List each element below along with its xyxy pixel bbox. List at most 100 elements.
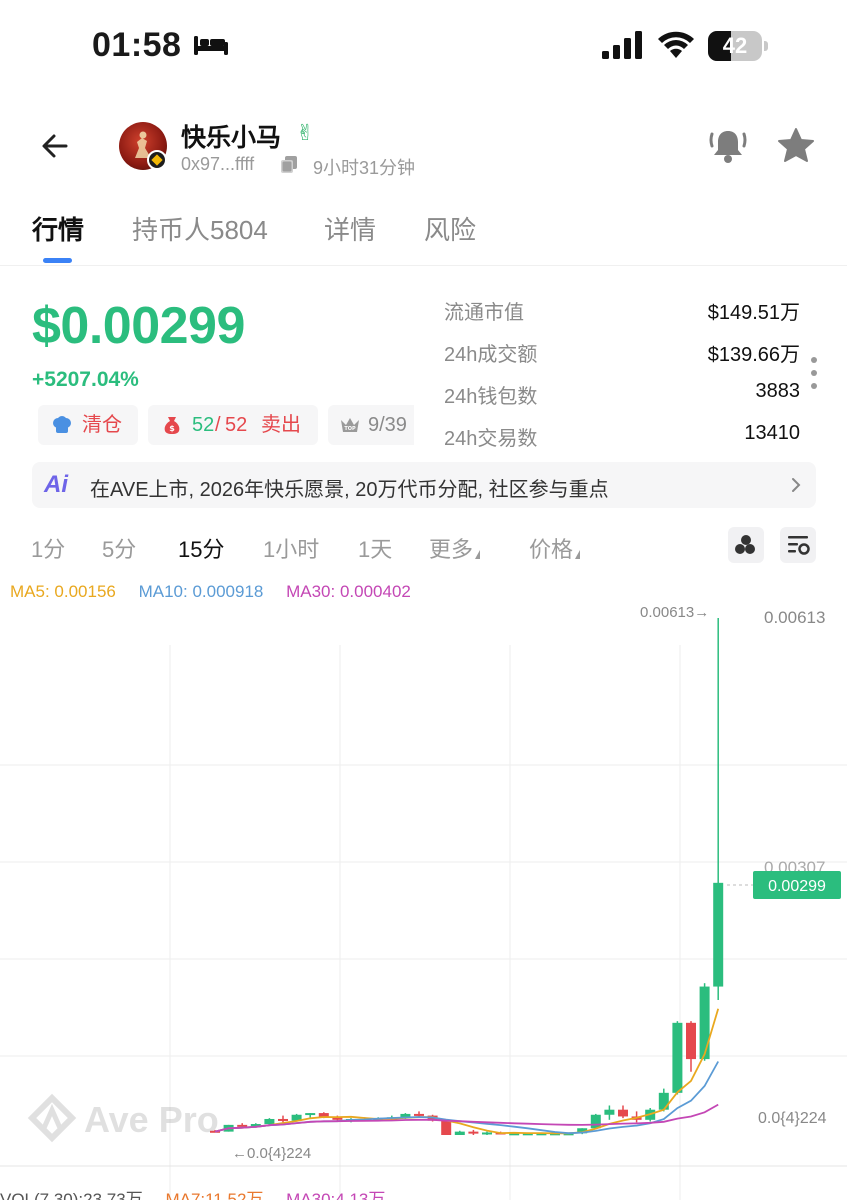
active-tab-indicator: [43, 258, 72, 263]
alert-bell-button[interactable]: [708, 126, 748, 166]
dropdown-triangle-icon: [575, 550, 581, 559]
interval-1d[interactable]: 1天: [358, 532, 392, 564]
sell-label: 卖出: [261, 414, 301, 436]
interval-15m[interactable]: 15分: [178, 532, 224, 564]
money-bag-icon: $: [164, 417, 180, 434]
svg-text:TOP: TOP: [344, 426, 356, 432]
candle-body: [414, 1113, 424, 1116]
ai-icon: Ai: [44, 471, 68, 498]
top-holders-chip[interactable]: TOP 9/39: [328, 405, 414, 445]
stat-value: 3883: [755, 380, 801, 402]
tab-holders[interactable]: 持币人5804: [132, 210, 268, 247]
price-chart[interactable]: Ave Pro 0.00613→ 0.00613 0.00307 0.00299…: [0, 600, 847, 1200]
interval-more-label: 更多: [429, 537, 474, 562]
price-mode-dropdown[interactable]: 价格: [529, 532, 581, 564]
axis-label-bottom: 0.0{4}224: [758, 1110, 827, 1127]
sell-count: 52: [225, 414, 248, 436]
stat-value: 13410: [744, 422, 800, 444]
svg-text:$: $: [169, 424, 175, 433]
ma30-line: [214, 1103, 719, 1133]
top-crown-icon: TOP: [341, 418, 359, 432]
candle-body: [278, 1118, 288, 1121]
stat-label: 流通市值: [444, 302, 524, 324]
candle-body: [482, 1132, 492, 1135]
high-price-marker: 0.00613→: [640, 604, 709, 621]
candlestick-series: [210, 618, 724, 1136]
watermark-text: Ave Pro: [84, 1099, 219, 1140]
chef-hat-icon: [53, 416, 71, 433]
main-tabs: 行情 持币人5804 详情 风险: [0, 200, 847, 266]
chart-settings-button[interactable]: [780, 527, 816, 563]
more-options-icon[interactable]: [808, 355, 820, 391]
stat-label: 24h钱包数: [444, 386, 538, 408]
stat-row: 流通市值 $149.51万: [444, 296, 800, 326]
tab-market[interactable]: 行情: [32, 210, 84, 247]
clear-position-label: 清仓: [82, 414, 122, 436]
stat-value: $139.66万: [707, 344, 800, 366]
price-change: +5207.04%: [32, 368, 139, 391]
current-price: $0.00299: [32, 297, 245, 355]
vol-ma7-value: MA7:11.52万: [165, 1190, 264, 1200]
candle-body: [454, 1131, 465, 1135]
stat-value: $149.51万: [707, 302, 800, 324]
candle-body: [264, 1118, 275, 1125]
candle-body: [441, 1120, 452, 1135]
tab-risk[interactable]: 风险: [424, 210, 476, 247]
ma30-value: MA30: 0.000402: [286, 582, 411, 601]
top-rank: 9/39: [368, 414, 407, 436]
candle-body: [590, 1114, 601, 1129]
price-mode-label: 价格: [529, 537, 574, 562]
volume-legend: VOL(7,30):23.73万 MA7:11.52万 MA30:4.13万: [0, 1185, 403, 1200]
dropdown-triangle-icon: [475, 550, 481, 559]
stat-label: 24h交易数: [444, 428, 538, 450]
wifi-icon: [658, 31, 694, 58]
cellular-signal-icon: [602, 31, 642, 59]
candle-body: [713, 882, 724, 987]
candle-body: [305, 1113, 316, 1116]
favorite-star-button[interactable]: [776, 126, 816, 166]
vol-ma30-value: MA30:4.13万: [286, 1190, 386, 1200]
stat-row: 24h钱包数 3883: [444, 380, 800, 410]
back-button[interactable]: [36, 128, 76, 164]
candle-body: [686, 1022, 696, 1060]
chain-badge-icon: [147, 150, 167, 170]
token-name: 快乐小马: [181, 124, 282, 152]
battery-level: 42: [722, 33, 748, 58]
status-bar: 01:58 42: [0, 0, 847, 95]
candle-body: [658, 1092, 669, 1110]
stat-row: 24h交易数 13410: [444, 422, 800, 452]
status-time: 01:58: [92, 26, 182, 64]
ai-summary-banner[interactable]: Ai 在AVE上市, 2026年快乐愿景, 20万代币分配, 社区参与重点: [32, 462, 816, 508]
buy-sell-chip[interactable]: $ 52 / 52 卖出: [148, 405, 318, 445]
axis-label-top: 0.00613: [764, 608, 825, 627]
stat-label: 24h成交额: [444, 344, 538, 366]
chart-indicator-button[interactable]: [728, 527, 764, 563]
interval-more-dropdown[interactable]: 更多: [429, 532, 481, 564]
ave-pro-watermark: Ave Pro: [27, 1093, 219, 1143]
stat-row: 24h成交额 $139.66万: [444, 338, 800, 368]
interval-1m[interactable]: 1分: [31, 532, 65, 564]
verified-hand-icon: ✌: [296, 120, 315, 145]
ma5-value: MA5: 0.00156: [10, 582, 116, 601]
count-separator: /: [215, 414, 221, 436]
bubbles-icon: [735, 535, 755, 554]
battery-indicator: 42: [708, 31, 768, 61]
interval-1h[interactable]: 1小时: [263, 532, 319, 564]
moving-average-lines: [214, 1008, 720, 1135]
copy-icon[interactable]: [281, 156, 297, 173]
candle-body: [618, 1109, 628, 1117]
low-price-marker: ←0.0{4}224: [232, 1145, 311, 1162]
candle-body: [699, 986, 710, 1060]
candle-body: [468, 1131, 479, 1134]
tab-details[interactable]: 详情: [324, 210, 376, 247]
interval-tabs: 1分 5分 15分 1小时 1天 更多 价格: [0, 526, 847, 566]
chevron-right-icon: [792, 478, 801, 492]
token-address: 0x97...ffff: [181, 154, 255, 174]
token-age: 9小时31分钟: [313, 158, 416, 178]
ma10-value: MA10: 0.000918: [138, 582, 264, 601]
buy-count: 52: [192, 414, 215, 436]
interval-5m[interactable]: 5分: [102, 532, 136, 564]
clear-position-chip[interactable]: 清仓: [38, 405, 138, 445]
vol-value: VOL(7,30):23.73万: [0, 1190, 143, 1200]
ma-legend: MA5: 0.00156 MA10: 0.000918 MA30: 0.0004…: [10, 582, 429, 602]
